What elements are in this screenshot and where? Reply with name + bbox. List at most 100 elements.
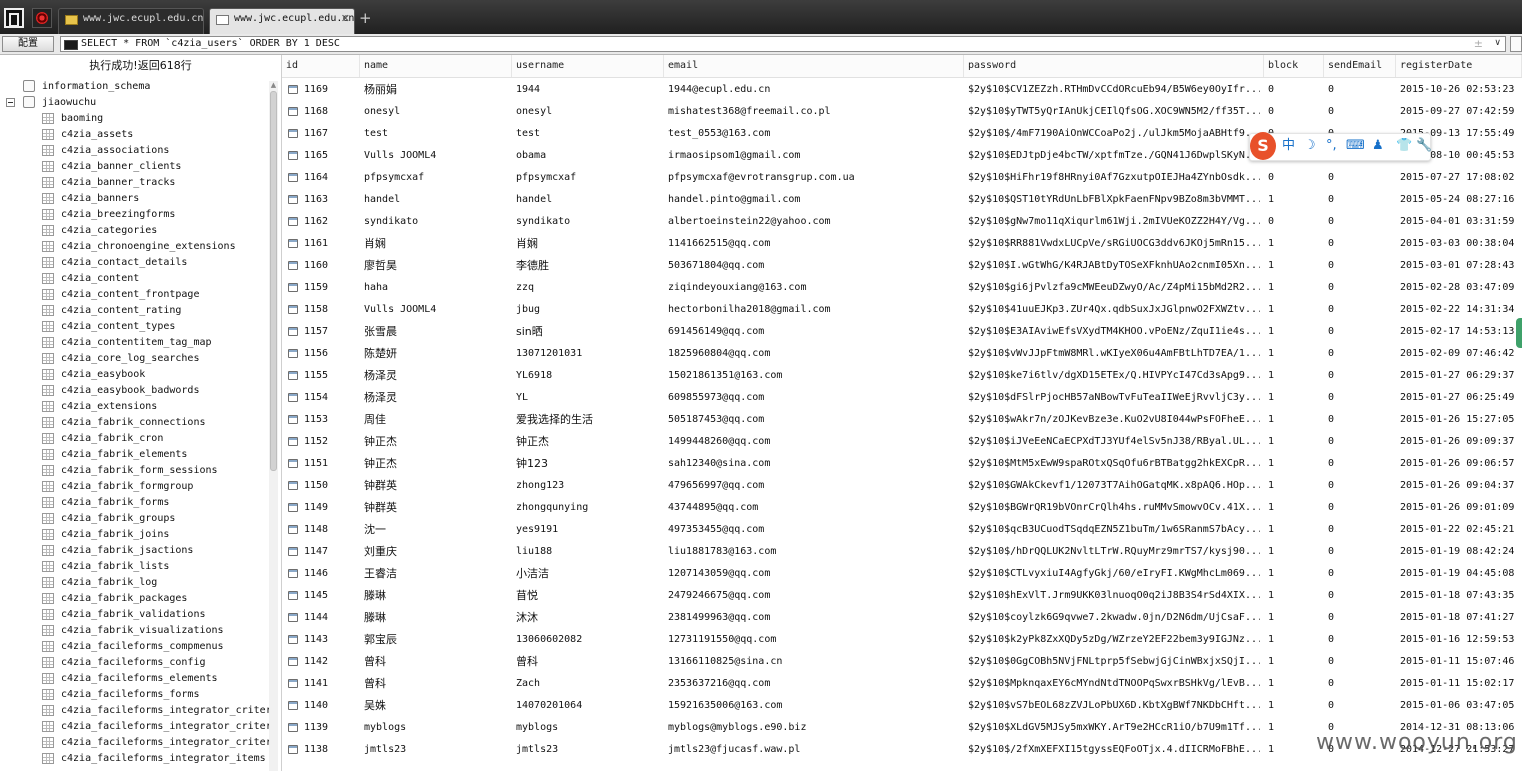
row-checkbox[interactable]	[288, 327, 298, 336]
column-header-password[interactable]: password	[964, 55, 1264, 77]
table-row[interactable]: 1153 周佳 爱我选择的生活 505187453@qq.com $2y$10$wAkr…	[282, 409, 1522, 431]
tree-table-item[interactable]: c4zia_banners	[0, 191, 268, 207]
column-header-registerDate[interactable]: registerDate	[1396, 55, 1522, 77]
tree-table-item[interactable]: c4zia_facileforms_config	[0, 655, 268, 671]
tree-table-item[interactable]: c4zia_fabrik_joins	[0, 527, 268, 543]
table-row[interactable]: 1140 吴姝 14070201064 15921635006@163.com $2y$…	[282, 695, 1522, 717]
tree-scrollbar[interactable]: ▲	[269, 81, 278, 771]
table-row[interactable]: 1149 钟群英 zhongqunying 43744895@qq.com $2y$10…	[282, 497, 1522, 519]
tree-table-item[interactable]: c4zia_facileforms_elements	[0, 671, 268, 687]
row-checkbox[interactable]	[288, 129, 298, 138]
table-row[interactable]: 1162 syndikato syndikato albertoeinstein22@…	[282, 211, 1522, 233]
row-checkbox[interactable]	[288, 173, 298, 182]
ime-item-0[interactable]: 中	[1282, 137, 1295, 155]
tree-table-item[interactable]: c4zia_extensions	[0, 399, 268, 415]
column-header-sendEmail[interactable]: sendEmail	[1324, 55, 1396, 77]
tree-table-item[interactable]: c4zia_fabrik_jsactions	[0, 543, 268, 559]
row-checkbox[interactable]	[288, 437, 298, 446]
tree-table-item[interactable]: c4zia_easybook	[0, 367, 268, 383]
row-checkbox[interactable]	[288, 657, 298, 666]
tree-table-item[interactable]: c4zia_facileforms_forms	[0, 687, 268, 703]
tab-1[interactable]: www.jwc.ecupl.edu.cn	[58, 8, 204, 34]
collapse-icon[interactable]	[6, 98, 15, 107]
sogou-logo-icon[interactable]: S	[1250, 132, 1276, 160]
ime-item-6[interactable]: 🔧	[1416, 137, 1432, 155]
tool-logo-icon[interactable]	[32, 8, 52, 28]
row-checkbox[interactable]	[288, 85, 298, 94]
tree-table-item[interactable]: c4zia_chronoengine_extensions	[0, 239, 268, 255]
row-checkbox[interactable]	[288, 701, 298, 710]
table-row[interactable]: 1156 陈楚妍 13071201031 1825960804@qq.com $2y$1…	[282, 343, 1522, 365]
ime-item-1[interactable]: ☽	[1304, 137, 1316, 155]
scroll-thumb[interactable]	[270, 91, 277, 471]
row-checkbox[interactable]	[288, 547, 298, 556]
table-row[interactable]: 1143 郭宝辰 13060602082 12731191550@qq.com $2y$…	[282, 629, 1522, 651]
table-row[interactable]: 1159 haha zzq ziqindeyouxiang@163.com $2y$10…	[282, 277, 1522, 299]
row-checkbox[interactable]	[288, 415, 298, 424]
row-checkbox[interactable]	[288, 195, 298, 204]
sql-input[interactable]: SELECT * FROM `c4zia_users` ORDER BY 1 D…	[60, 36, 1506, 52]
tree-table-item[interactable]: c4zia_fabrik_form_sessions	[0, 463, 268, 479]
table-row[interactable]: 1168 onesyl onesyl mishatest368@freemail.co…	[282, 101, 1522, 123]
table-row[interactable]: 1148 沈一 yes9191 497353455@qq.com $2y$10$qcB3…	[282, 519, 1522, 541]
row-checkbox[interactable]	[288, 107, 298, 116]
ime-toolbar[interactable]: S 中 ☽ °, ⌨ ♟ 👕 🔧	[1249, 132, 1432, 161]
tree-database-item[interactable]: information_schema	[0, 79, 268, 95]
row-checkbox[interactable]	[288, 503, 298, 512]
row-checkbox[interactable]	[288, 393, 298, 402]
tab-2[interactable]: www.jwc.ecupl.edu.cn ✕	[209, 8, 355, 34]
ime-item-4[interactable]: ♟	[1372, 137, 1384, 155]
column-header-block[interactable]: block	[1264, 55, 1324, 77]
config-button[interactable]: 配置	[2, 36, 54, 52]
tree-table-item[interactable]: c4zia_easybook_badwords	[0, 383, 268, 399]
row-checkbox[interactable]	[288, 371, 298, 380]
row-checkbox[interactable]	[288, 349, 298, 358]
new-tab-icon[interactable]: +	[359, 9, 372, 27]
tree-table-item[interactable]: c4zia_fabrik_visualizations	[0, 623, 268, 639]
column-header-name[interactable]: name	[360, 55, 512, 77]
table-row[interactable]: 1144 滕琳 沐沐 2381499963@qq.com $2y$10$coylzk6G…	[282, 607, 1522, 629]
table-row[interactable]: 1154 杨泽灵 YL 609855973@qq.com $2y$10$dFSlrPjo…	[282, 387, 1522, 409]
row-checkbox[interactable]	[288, 591, 298, 600]
column-header-id[interactable]: id	[282, 55, 360, 77]
row-checkbox[interactable]	[288, 151, 298, 160]
row-checkbox[interactable]	[288, 239, 298, 248]
tree-table-item[interactable]: c4zia_fabrik_cron	[0, 431, 268, 447]
tree-table-item[interactable]: c4zia_fabrik_packages	[0, 591, 268, 607]
tree-table-item[interactable]: c4zia_fabrik_elements	[0, 447, 268, 463]
tree-table-item[interactable]: c4zia_banner_tracks	[0, 175, 268, 191]
tree-table-item[interactable]: c4zia_associations	[0, 143, 268, 159]
tree-table-item[interactable]: c4zia_content_types	[0, 319, 268, 335]
table-row[interactable]: 1160 廖哲昊 李德胜 503671804@qq.com $2y$10$I.wGtWh…	[282, 255, 1522, 277]
tree-table-item[interactable]: c4zia_assets	[0, 127, 268, 143]
tree-table-item[interactable]: c4zia_categories	[0, 223, 268, 239]
tree-table-item[interactable]: c4zia_core_log_searches	[0, 351, 268, 367]
tree-table-item[interactable]: c4zia_fabrik_forms	[0, 495, 268, 511]
tree-table-item[interactable]: baoming	[0, 111, 268, 127]
ime-item-5[interactable]: 👕	[1396, 137, 1412, 155]
table-row[interactable]: 1145 滕琳 苜悦 2479246675@qq.com $2y$10$hExVlT.J…	[282, 585, 1522, 607]
tree-table-item[interactable]: c4zia_fabrik_formgroup	[0, 479, 268, 495]
ime-item-3[interactable]: ⌨	[1346, 137, 1365, 155]
sql-extra-icon[interactable]: ±	[1474, 37, 1483, 50]
tree-table-item[interactable]: c4zia_facileforms_integrator_criter	[0, 735, 272, 751]
tree-table-item[interactable]: c4zia_facileforms_integrator_criter	[0, 719, 272, 735]
tree-table-item[interactable]: c4zia_facileforms_integrator_items	[0, 751, 268, 767]
tree-table-item[interactable]: c4zia_content_frontpage	[0, 287, 268, 303]
table-row[interactable]: 1164 pfpsymcxaf pfpsymcxaf pfpsymcxaf@evrot…	[282, 167, 1522, 189]
row-checkbox[interactable]	[288, 569, 298, 578]
column-header-email[interactable]: email	[664, 55, 964, 77]
row-checkbox[interactable]	[288, 481, 298, 490]
tree-database-item[interactable]: jiaowuchu	[0, 95, 268, 111]
window-menu-icon[interactable]	[4, 8, 24, 28]
table-row[interactable]: 1155 杨泽灵 YL6918 15021861351@163.com $2y$10$k…	[282, 365, 1522, 387]
tree-table-item[interactable]: c4zia_banner_clients	[0, 159, 268, 175]
tree-table-item[interactable]: c4zia_fabrik_lists	[0, 559, 268, 575]
table-row[interactable]: 1150 钟群英 zhong123 479656997@qq.com $2y$10$GW…	[282, 475, 1522, 497]
table-row[interactable]: 1147 刘重庆 liu188 liu1881783@163.com $2y$10$/h…	[282, 541, 1522, 563]
scroll-up-icon[interactable]: ▲	[269, 81, 278, 89]
tree-table-item[interactable]: c4zia_content_rating	[0, 303, 268, 319]
table-row[interactable]: 1157 张雪晨 sin晒 691456149@qq.com $2y$10$E3AIAv…	[282, 321, 1522, 343]
tree-table-item[interactable]: c4zia_fabrik_log	[0, 575, 268, 591]
table-row[interactable]: 1142 曾科 曾科 13166110825@sina.cn $2y$10$0GgCOB…	[282, 651, 1522, 673]
